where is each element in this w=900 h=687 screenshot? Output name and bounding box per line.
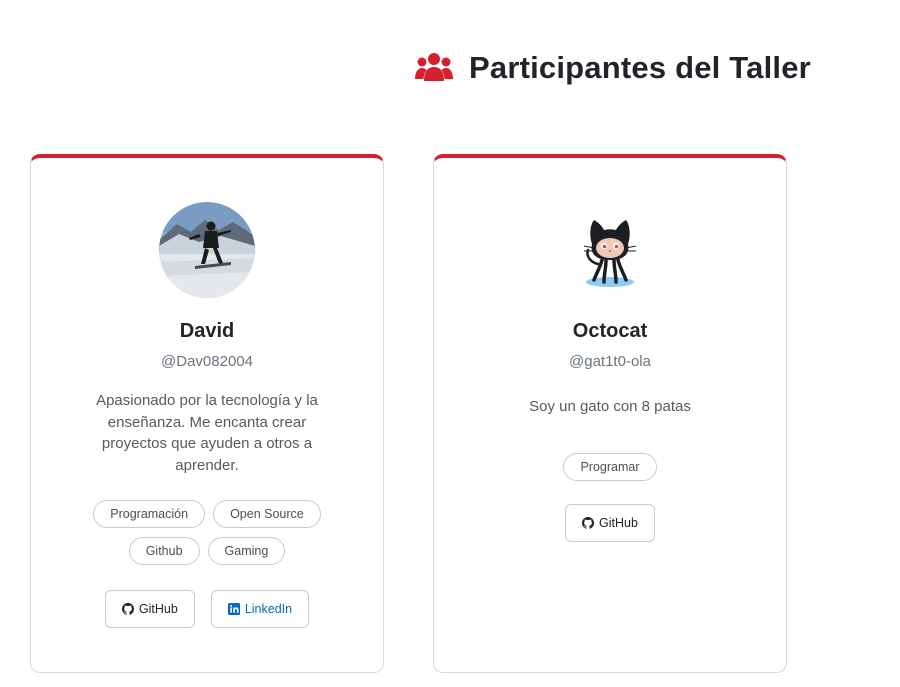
github-icon (121, 603, 134, 615)
participant-name: Octocat (572, 320, 648, 342)
participant-handle: @Dav082004 (161, 353, 253, 370)
github-link-label: GitHub (599, 515, 638, 530)
tag-badge: Open Source (213, 500, 321, 528)
tag-badge: Gaming (207, 537, 286, 565)
participant-name: David (179, 320, 235, 342)
github-link-button[interactable]: GitHub (104, 590, 195, 628)
users-icon (415, 53, 453, 81)
participant-bio: Apasionado por la tecnología y la enseña… (96, 392, 318, 474)
github-link-button[interactable]: GitHub (565, 503, 655, 542)
linkedin-icon (227, 603, 240, 615)
octocat-avatar (583, 220, 637, 287)
social-links: GitHub LinkedIn (31, 590, 383, 628)
tag-badge: Programar (563, 452, 657, 481)
participant-bio: Soy un gato con 8 patas (529, 398, 691, 415)
tag-list: Programar (480, 452, 740, 481)
tag-list: Programación Open Source Github Gaming (77, 500, 337, 565)
linkedin-link-button[interactable]: LinkedIn (210, 590, 310, 628)
tag-badge: Programación (93, 500, 206, 528)
github-link-label: GitHub (138, 602, 178, 616)
github-icon (582, 516, 595, 529)
page: Participantes del Taller David @Dav08200… (0, 0, 900, 687)
page-title: Participantes del Taller (415, 50, 811, 86)
participant-handle: @gat1t0-ola (569, 353, 651, 370)
tag-badge: Github (128, 537, 200, 565)
page-title-text: Participantes del Taller (469, 50, 811, 85)
social-links: GitHub (434, 503, 786, 542)
participant-card-octocat: Octocat @gat1t0-ola Soy un gato con 8 pa… (433, 154, 787, 673)
participant-card-david: David @Dav082004 Apasionado por la tecno… (30, 154, 384, 673)
linkedin-link-label: LinkedIn (244, 602, 293, 616)
avatar (159, 202, 255, 298)
